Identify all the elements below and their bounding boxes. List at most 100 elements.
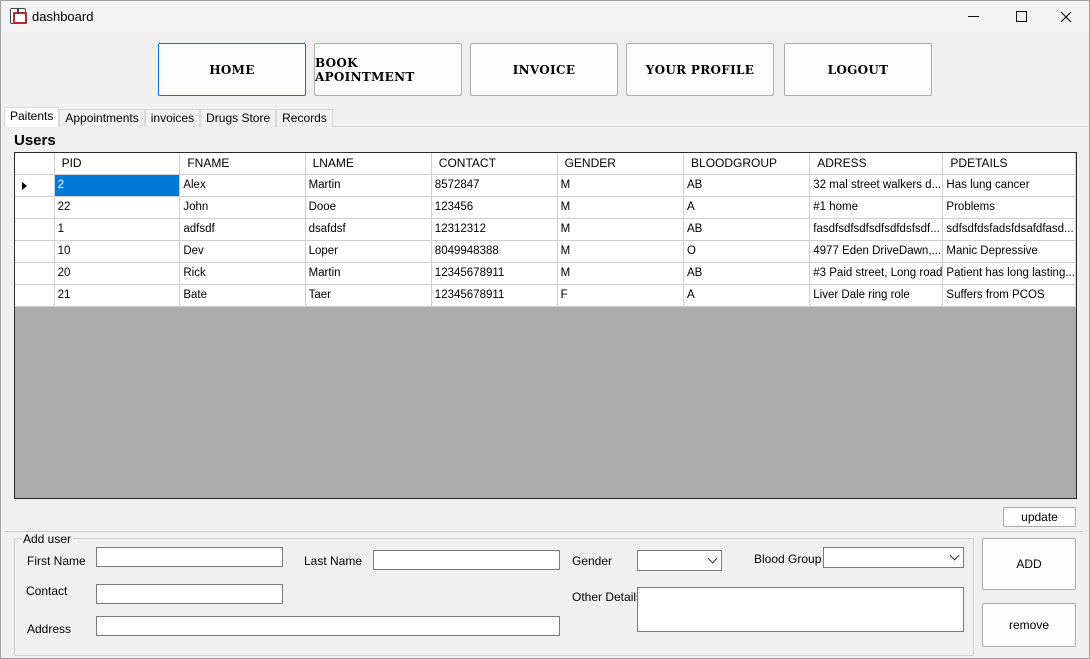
- table-cell[interactable]: AB: [683, 262, 811, 285]
- column-header[interactable]: LNAME: [305, 153, 432, 175]
- table-cell[interactable]: Has lung cancer: [942, 174, 1076, 197]
- column-header[interactable]: PDETAILS: [942, 153, 1076, 175]
- last-name-field[interactable]: [373, 550, 560, 570]
- first-name-label: First Name: [27, 554, 86, 568]
- maximize-icon: [1015, 11, 1027, 22]
- invoice-button[interactable]: INVOICE: [470, 43, 618, 96]
- table-cell[interactable]: dsafdsf: [305, 218, 432, 241]
- table-cell[interactable]: 8572847: [431, 174, 558, 197]
- table-cell[interactable]: Rick: [179, 262, 306, 285]
- address-field[interactable]: [96, 616, 560, 636]
- table-cell[interactable]: M: [557, 174, 685, 197]
- contact-field[interactable]: [96, 584, 283, 604]
- table-cell[interactable]: #1 home: [809, 196, 944, 219]
- table-cell[interactable]: AB: [683, 218, 811, 241]
- blood-group-select[interactable]: [823, 547, 964, 568]
- row-header[interactable]: [15, 196, 55, 219]
- close-button[interactable]: [1043, 1, 1089, 32]
- table-cell[interactable]: Alex: [179, 174, 306, 197]
- table-cell[interactable]: 10: [54, 240, 181, 263]
- row-header[interactable]: [15, 174, 55, 197]
- tab-records[interactable]: Records: [276, 109, 333, 127]
- row-header[interactable]: [15, 284, 55, 307]
- table-cell[interactable]: 8049948388: [431, 240, 558, 263]
- tab-strip: Paitents Appointments invoices Drugs Sto…: [4, 107, 333, 127]
- table-cell[interactable]: O: [683, 240, 811, 263]
- table-cell[interactable]: Martin: [305, 262, 432, 285]
- column-header[interactable]: ADRESS: [809, 153, 944, 175]
- tab-drugs-store[interactable]: Drugs Store: [200, 109, 277, 127]
- your-profile-button[interactable]: YOUR PROFILE: [626, 43, 774, 96]
- row-header[interactable]: [15, 240, 55, 263]
- tab-appointments[interactable]: Appointments: [59, 109, 145, 127]
- gender-select[interactable]: [637, 550, 722, 571]
- table-cell[interactable]: 123456: [431, 196, 558, 219]
- book-appointment-button[interactable]: BOOK APOINTMENT: [314, 43, 462, 96]
- table-cell[interactable]: Bate: [179, 284, 306, 307]
- table-cell[interactable]: Manic Depressive: [942, 240, 1076, 263]
- add-button[interactable]: ADD: [982, 538, 1076, 590]
- table-row[interactable]: 1 adfsdf dsafdsf 12312312 M AB fasdfsdfs…: [15, 218, 1076, 241]
- table-header-row: PID FNAME LNAME CONTACT GENDER BLOODGROU…: [15, 153, 1076, 175]
- table-cell[interactable]: fasdfsdfsdfsdfsdfdsfsdf...: [809, 218, 944, 241]
- table-cell[interactable]: Martin: [305, 174, 432, 197]
- other-details-label: Other Details: [572, 590, 643, 604]
- column-header[interactable]: CONTACT: [431, 153, 558, 175]
- row-header[interactable]: [15, 262, 55, 285]
- table-cell[interactable]: Problems: [942, 196, 1076, 219]
- maximize-button[interactable]: [998, 1, 1044, 32]
- tab-patients[interactable]: Paitents: [4, 107, 60, 127]
- table-cell[interactable]: AB: [683, 174, 811, 197]
- chevron-down-icon: [707, 553, 718, 564]
- table-cell[interactable]: #3 Paid street, Long road: [809, 262, 944, 285]
- table-cell[interactable]: 22: [54, 196, 181, 219]
- table-cell[interactable]: 2: [54, 174, 181, 197]
- table-cell[interactable]: M: [557, 262, 685, 285]
- first-name-field[interactable]: [96, 547, 283, 567]
- home-button[interactable]: HOME: [158, 43, 306, 96]
- table-cell[interactable]: Dooe: [305, 196, 432, 219]
- table-cell[interactable]: M: [557, 240, 685, 263]
- table-cell[interactable]: Liver Dale ring role: [809, 284, 944, 307]
- table-cell[interactable]: Loper: [305, 240, 432, 263]
- tab-invoices[interactable]: invoices: [144, 109, 201, 127]
- update-button[interactable]: update: [1003, 507, 1076, 527]
- table-cell[interactable]: 20: [54, 262, 181, 285]
- column-header[interactable]: BLOODGROUP: [683, 153, 811, 175]
- column-header[interactable]: FNAME: [179, 153, 306, 175]
- logout-button[interactable]: LOGOUT: [784, 43, 932, 96]
- table-cell[interactable]: 12345678911: [431, 262, 558, 285]
- table-cell[interactable]: 32 mal street walkers d...: [809, 174, 944, 197]
- users-data-grid[interactable]: PID FNAME LNAME CONTACT GENDER BLOODGROU…: [14, 152, 1077, 499]
- table-row[interactable]: 22 John Dooe 123456 M A #1 home Problems: [15, 196, 1076, 219]
- table-cell[interactable]: M: [557, 218, 685, 241]
- table-cell[interactable]: M: [557, 196, 685, 219]
- minimize-button[interactable]: [950, 1, 996, 32]
- table-cell[interactable]: Taer: [305, 284, 432, 307]
- column-header[interactable]: GENDER: [557, 153, 685, 175]
- table-cell[interactable]: 12312312: [431, 218, 558, 241]
- current-row-arrow-icon: [22, 181, 27, 190]
- table-row[interactable]: 10 Dev Loper 8049948388 M O 4977 Eden Dr…: [15, 240, 1076, 263]
- table-cell[interactable]: 4977 Eden DriveDawn,...: [809, 240, 944, 263]
- table-row[interactable]: 21 Bate Taer 12345678911 F A Liver Dale …: [15, 284, 1076, 307]
- other-details-field[interactable]: [637, 587, 964, 632]
- table-cell[interactable]: 1: [54, 218, 181, 241]
- table-cell[interactable]: Dev: [179, 240, 306, 263]
- table-cell[interactable]: John: [179, 196, 306, 219]
- table-cell[interactable]: F: [557, 284, 685, 307]
- table-row[interactable]: 2 Alex Martin 8572847 M AB 32 mal street…: [15, 174, 1076, 197]
- column-header[interactable]: PID: [54, 153, 181, 175]
- table-row[interactable]: 20 Rick Martin 12345678911 M AB #3 Paid …: [15, 262, 1076, 285]
- table-cell[interactable]: A: [683, 196, 811, 219]
- table-cell[interactable]: sdfsdfdsfadsfdsafdfasd...: [942, 218, 1076, 241]
- row-header[interactable]: [15, 218, 55, 241]
- table-cell[interactable]: adfsdf: [179, 218, 306, 241]
- table-cell[interactable]: 12345678911: [431, 284, 558, 307]
- app-icon: [10, 8, 27, 24]
- table-cell[interactable]: 21: [54, 284, 181, 307]
- table-cell[interactable]: Patient has long lasting...: [942, 262, 1076, 285]
- table-cell[interactable]: Suffers from PCOS: [942, 284, 1076, 307]
- table-cell[interactable]: A: [683, 284, 811, 307]
- remove-button[interactable]: remove: [982, 603, 1076, 647]
